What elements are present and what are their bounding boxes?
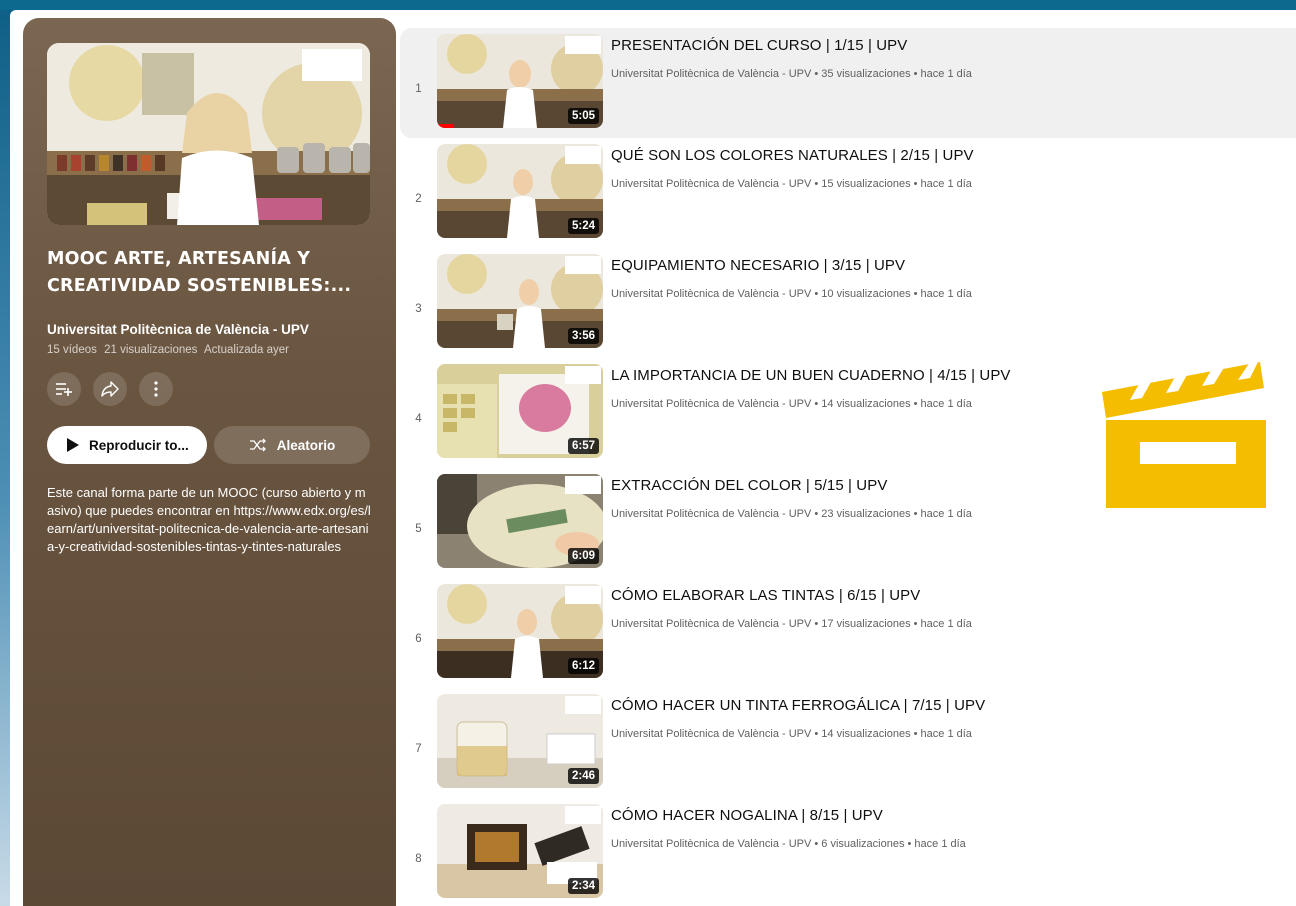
video-title[interactable]: LA IMPORTANCIA DE UN BUEN CUADERNO | 4/1…	[611, 367, 1011, 384]
video-thumbnail[interactable]: 6:12	[437, 584, 603, 678]
video-meta: Universitat Politècnica de València - UP…	[611, 838, 966, 850]
video-meta: Universitat Politècnica de València - UP…	[611, 288, 972, 300]
play-icon	[67, 438, 79, 452]
video-meta: Universitat Politècnica de València - UP…	[611, 178, 972, 190]
video-title[interactable]: CÓMO ELABORAR LAS TINTAS | 6/15 | UPV	[611, 587, 920, 604]
video-row[interactable]: 2 5:24 QUÉ SON LOS COLORES NATURALES | 2…	[400, 138, 1296, 248]
video-duration: 6:57	[567, 438, 599, 454]
video-index: 5	[415, 523, 422, 535]
video-duration: 6:12	[567, 658, 599, 674]
watch-progress-bar	[437, 124, 453, 128]
video-duration: 5:05	[567, 108, 599, 124]
video-title[interactable]: QUÉ SON LOS COLORES NATURALES | 2/15 | U…	[611, 147, 974, 164]
shuffle-button[interactable]: Aleatorio	[214, 426, 370, 464]
video-index: 1	[415, 83, 422, 95]
video-row[interactable]: 7 2:46 CÓMO HACER UN TINTA FERROGÁLICA |…	[400, 688, 1296, 798]
video-title[interactable]: EXTRACCIÓN DEL COLOR | 5/15 | UPV	[611, 477, 887, 494]
playlist-channel-name[interactable]: Universitat Politècnica de València - UP…	[47, 322, 309, 337]
video-meta: Universitat Politècnica de València - UP…	[611, 508, 972, 520]
video-title[interactable]: EQUIPAMIENTO NECESARIO | 3/15 | UPV	[611, 257, 905, 274]
video-title[interactable]: PRESENTACIÓN DEL CURSO | 1/15 | UPV	[611, 37, 907, 54]
more-vert-icon	[154, 381, 158, 397]
window-top-bar	[0, 0, 1296, 10]
play-all-button[interactable]: Reproducir to...	[47, 426, 207, 464]
video-index: 8	[415, 853, 422, 865]
video-thumbnail[interactable]: 2:34	[437, 804, 603, 898]
video-row[interactable]: 8 2:34 CÓMO HACER NOGALINA | 8/15 | UPV …	[400, 798, 1296, 906]
clapperboard-icon	[1100, 360, 1270, 510]
video-index: 2	[415, 193, 422, 205]
video-thumbnail[interactable]: 5:05	[437, 34, 603, 128]
video-index: 6	[415, 633, 422, 645]
video-row[interactable]: 1 5:05 PRESENTACIÓN DEL CURSO | 1/15 | U…	[400, 28, 1296, 138]
playlist-description: Este canal forma parte de un MOOC (curso…	[47, 485, 371, 554]
video-duration: 6:09	[567, 548, 599, 564]
video-title[interactable]: CÓMO HACER UN TINTA FERROGÁLICA | 7/15 |…	[611, 697, 985, 714]
playlist-stats: 15 vídeos 21 visualizaciones Actualizada…	[47, 344, 293, 356]
video-row[interactable]: 6 6:12 CÓMO ELABORAR LAS TINTAS | 6/15 |…	[400, 578, 1296, 688]
playlist-panel: MOOC ARTE, ARTESANÍA Y CREATIVIDAD SOSTE…	[23, 18, 396, 906]
playlist-thumbnail[interactable]	[47, 43, 370, 225]
video-index: 4	[415, 413, 422, 425]
video-duration: 2:46	[567, 768, 599, 784]
playlist-add-icon	[56, 383, 72, 396]
shuffle-label: Aleatorio	[276, 437, 336, 453]
video-count: 15 vídeos	[47, 344, 97, 356]
video-row[interactable]: 3 3:56 EQUIPAMIENTO NECESARIO | 3/15 | U…	[400, 248, 1296, 358]
video-meta: Universitat Politècnica de València - UP…	[611, 68, 972, 80]
share-button[interactable]	[93, 372, 127, 406]
video-index: 3	[415, 303, 422, 315]
video-meta: Universitat Politècnica de València - UP…	[611, 728, 972, 740]
play-all-label: Reproducir to...	[89, 437, 189, 453]
video-thumbnail[interactable]: 6:57	[437, 364, 603, 458]
video-duration: 2:34	[567, 878, 599, 894]
view-count: 21 visualizaciones	[104, 344, 198, 356]
video-thumbnail[interactable]: 6:09	[437, 474, 603, 568]
video-title[interactable]: CÓMO HACER NOGALINA | 8/15 | UPV	[611, 807, 883, 824]
video-index: 7	[415, 743, 422, 755]
share-icon	[101, 381, 119, 397]
video-thumbnail[interactable]: 5:24	[437, 144, 603, 238]
updated-label: Actualizada ayer	[203, 344, 290, 356]
add-to-queue-button[interactable]	[47, 372, 81, 406]
more-actions-button[interactable]	[139, 372, 173, 406]
video-duration: 5:24	[567, 218, 599, 234]
video-meta: Universitat Politècnica de València - UP…	[611, 398, 972, 410]
video-duration: 3:56	[567, 328, 599, 344]
video-thumbnail[interactable]: 3:56	[437, 254, 603, 348]
playlist-title: MOOC ARTE, ARTESANÍA Y CREATIVIDAD SOSTE…	[47, 249, 352, 296]
video-thumbnail[interactable]: 2:46	[437, 694, 603, 788]
video-meta: Universitat Politècnica de València - UP…	[611, 618, 972, 630]
shuffle-icon	[249, 438, 266, 452]
